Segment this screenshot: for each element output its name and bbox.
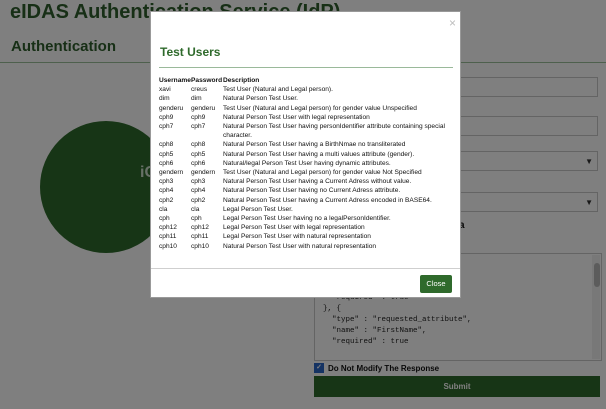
users-table: Username Password Description xavi creus T… (159, 76, 451, 251)
table-row: cph cph Legal Person Test User having no a… (159, 214, 451, 223)
cell-description: Legal Person Test User with natural repr… (223, 233, 371, 241)
cell-description: Natural Person Test User. (223, 95, 299, 103)
cell-username: cph10 (159, 242, 177, 250)
cell-username: cph8 (159, 141, 174, 149)
table-row: cph12 cph12 Legal Person Test User with le… (159, 223, 451, 232)
cell-username: cph9 (159, 113, 174, 121)
cell-password: cph11 (191, 233, 209, 241)
cell-username: cph7 (159, 123, 174, 131)
table-row: genderu genderu Test User (Natural and Leg… (159, 104, 451, 113)
table-row: cla cla Legal Person Test User. (159, 205, 451, 214)
table-row: cph7 cph7 Natural Person Test User having … (159, 122, 451, 140)
cell-username: cph (159, 215, 170, 223)
cell-username: cph3 (159, 178, 174, 186)
cell-password: cph8 (191, 141, 206, 149)
cell-description: Natural Person Test User with legal repr… (223, 113, 370, 121)
cell-username: cla (159, 205, 168, 213)
cell-username: cph11 (159, 233, 177, 241)
cell-description: Test User (Natural and Legal person) for… (223, 169, 422, 177)
cell-description: Natural Person Test User having personId… (223, 123, 445, 140)
table-row: cph2 cph2 Natural Person Test User having … (159, 196, 451, 205)
cell-description: Legal Person Test User with legal repres… (223, 224, 365, 232)
table-row: cph4 cph4 Natural Person Test User having … (159, 186, 451, 195)
cell-password: cph12 (191, 224, 209, 232)
cell-password: cph (191, 215, 202, 223)
modal-title: Test Users (160, 45, 221, 59)
cell-description: Legal Person Test User having no a legal… (223, 215, 391, 223)
title-divider (159, 67, 453, 68)
table-header-row: Username Password Description (159, 76, 451, 85)
cell-password: gendern (191, 169, 216, 177)
cell-username: cph12 (159, 224, 177, 232)
cell-description: Natural Person Test User having a multi … (223, 150, 415, 158)
users-table-body: xavi creus Test User (Natural and Legal pe… (159, 85, 451, 251)
cell-username: xavi (159, 86, 171, 94)
table-row: cph9 cph9 Natural Person Test User with le… (159, 113, 451, 122)
cell-username: cph2 (159, 196, 174, 204)
close-button[interactable]: Close (420, 275, 452, 293)
cell-description: Natural Person Test User having no Curre… (223, 187, 401, 195)
cell-password: cla (191, 205, 200, 213)
table-row: cph8 cph8 Natural Person Test User having … (159, 140, 451, 149)
footer-divider (151, 268, 460, 269)
cell-description: Legal Person Test User. (223, 205, 293, 213)
table-row: cph10 cph10 Natural Person Test User with … (159, 242, 451, 251)
table-row: cph6 cph6 Natural/legal Person Test User h… (159, 159, 451, 168)
cell-password: genderu (191, 104, 216, 112)
cell-description: Natural Person Test User having a Curren… (223, 178, 412, 186)
table-row: dim dim Natural Person Test User. (159, 94, 451, 103)
cell-description: Test User (Natural and Legal person). (223, 86, 333, 94)
cell-description: Natural Person Test User having a Curren… (223, 196, 432, 204)
close-x-icon[interactable]: × (449, 16, 456, 30)
cell-description: Natural Person Test User having a BirthN… (223, 141, 406, 149)
table-row: cph5 cph5 Natural Person Test User having … (159, 150, 451, 159)
header-username: Username (159, 77, 191, 84)
cell-username: cph6 (159, 159, 174, 167)
cell-password: dim (191, 95, 202, 103)
table-row: cph11 cph11 Legal Person Test User with na… (159, 232, 451, 241)
table-row: gendern gendern Test User (Natural and Leg… (159, 168, 451, 177)
cell-username: cph5 (159, 150, 174, 158)
cell-password: cph2 (191, 196, 206, 204)
table-row: cph3 cph3 Natural Person Test User having … (159, 177, 451, 186)
cell-password: cph4 (191, 187, 206, 195)
cell-password: cph7 (191, 123, 206, 131)
cell-password: cph3 (191, 178, 206, 186)
header-description: Description (223, 77, 260, 84)
header-password: Password (191, 77, 223, 84)
cell-password: cph6 (191, 159, 206, 167)
cell-description: Natural Person Test User with natural re… (223, 242, 377, 250)
cell-password: cph9 (191, 113, 206, 121)
cell-password: cph10 (191, 242, 209, 250)
cell-description: Natural/legal Person Test User having dy… (223, 159, 391, 167)
cell-password: creus (191, 86, 208, 94)
cell-username: dim (159, 95, 170, 103)
test-users-modal: × Test Users Username Password Descripti… (150, 11, 461, 298)
table-row: xavi creus Test User (Natural and Legal pe… (159, 85, 451, 94)
cell-username: gendern (159, 169, 184, 177)
cell-password: cph5 (191, 150, 206, 158)
cell-username: cph4 (159, 187, 174, 195)
cell-description: Test User (Natural and Legal person) for… (223, 104, 417, 112)
cell-username: genderu (159, 104, 184, 112)
